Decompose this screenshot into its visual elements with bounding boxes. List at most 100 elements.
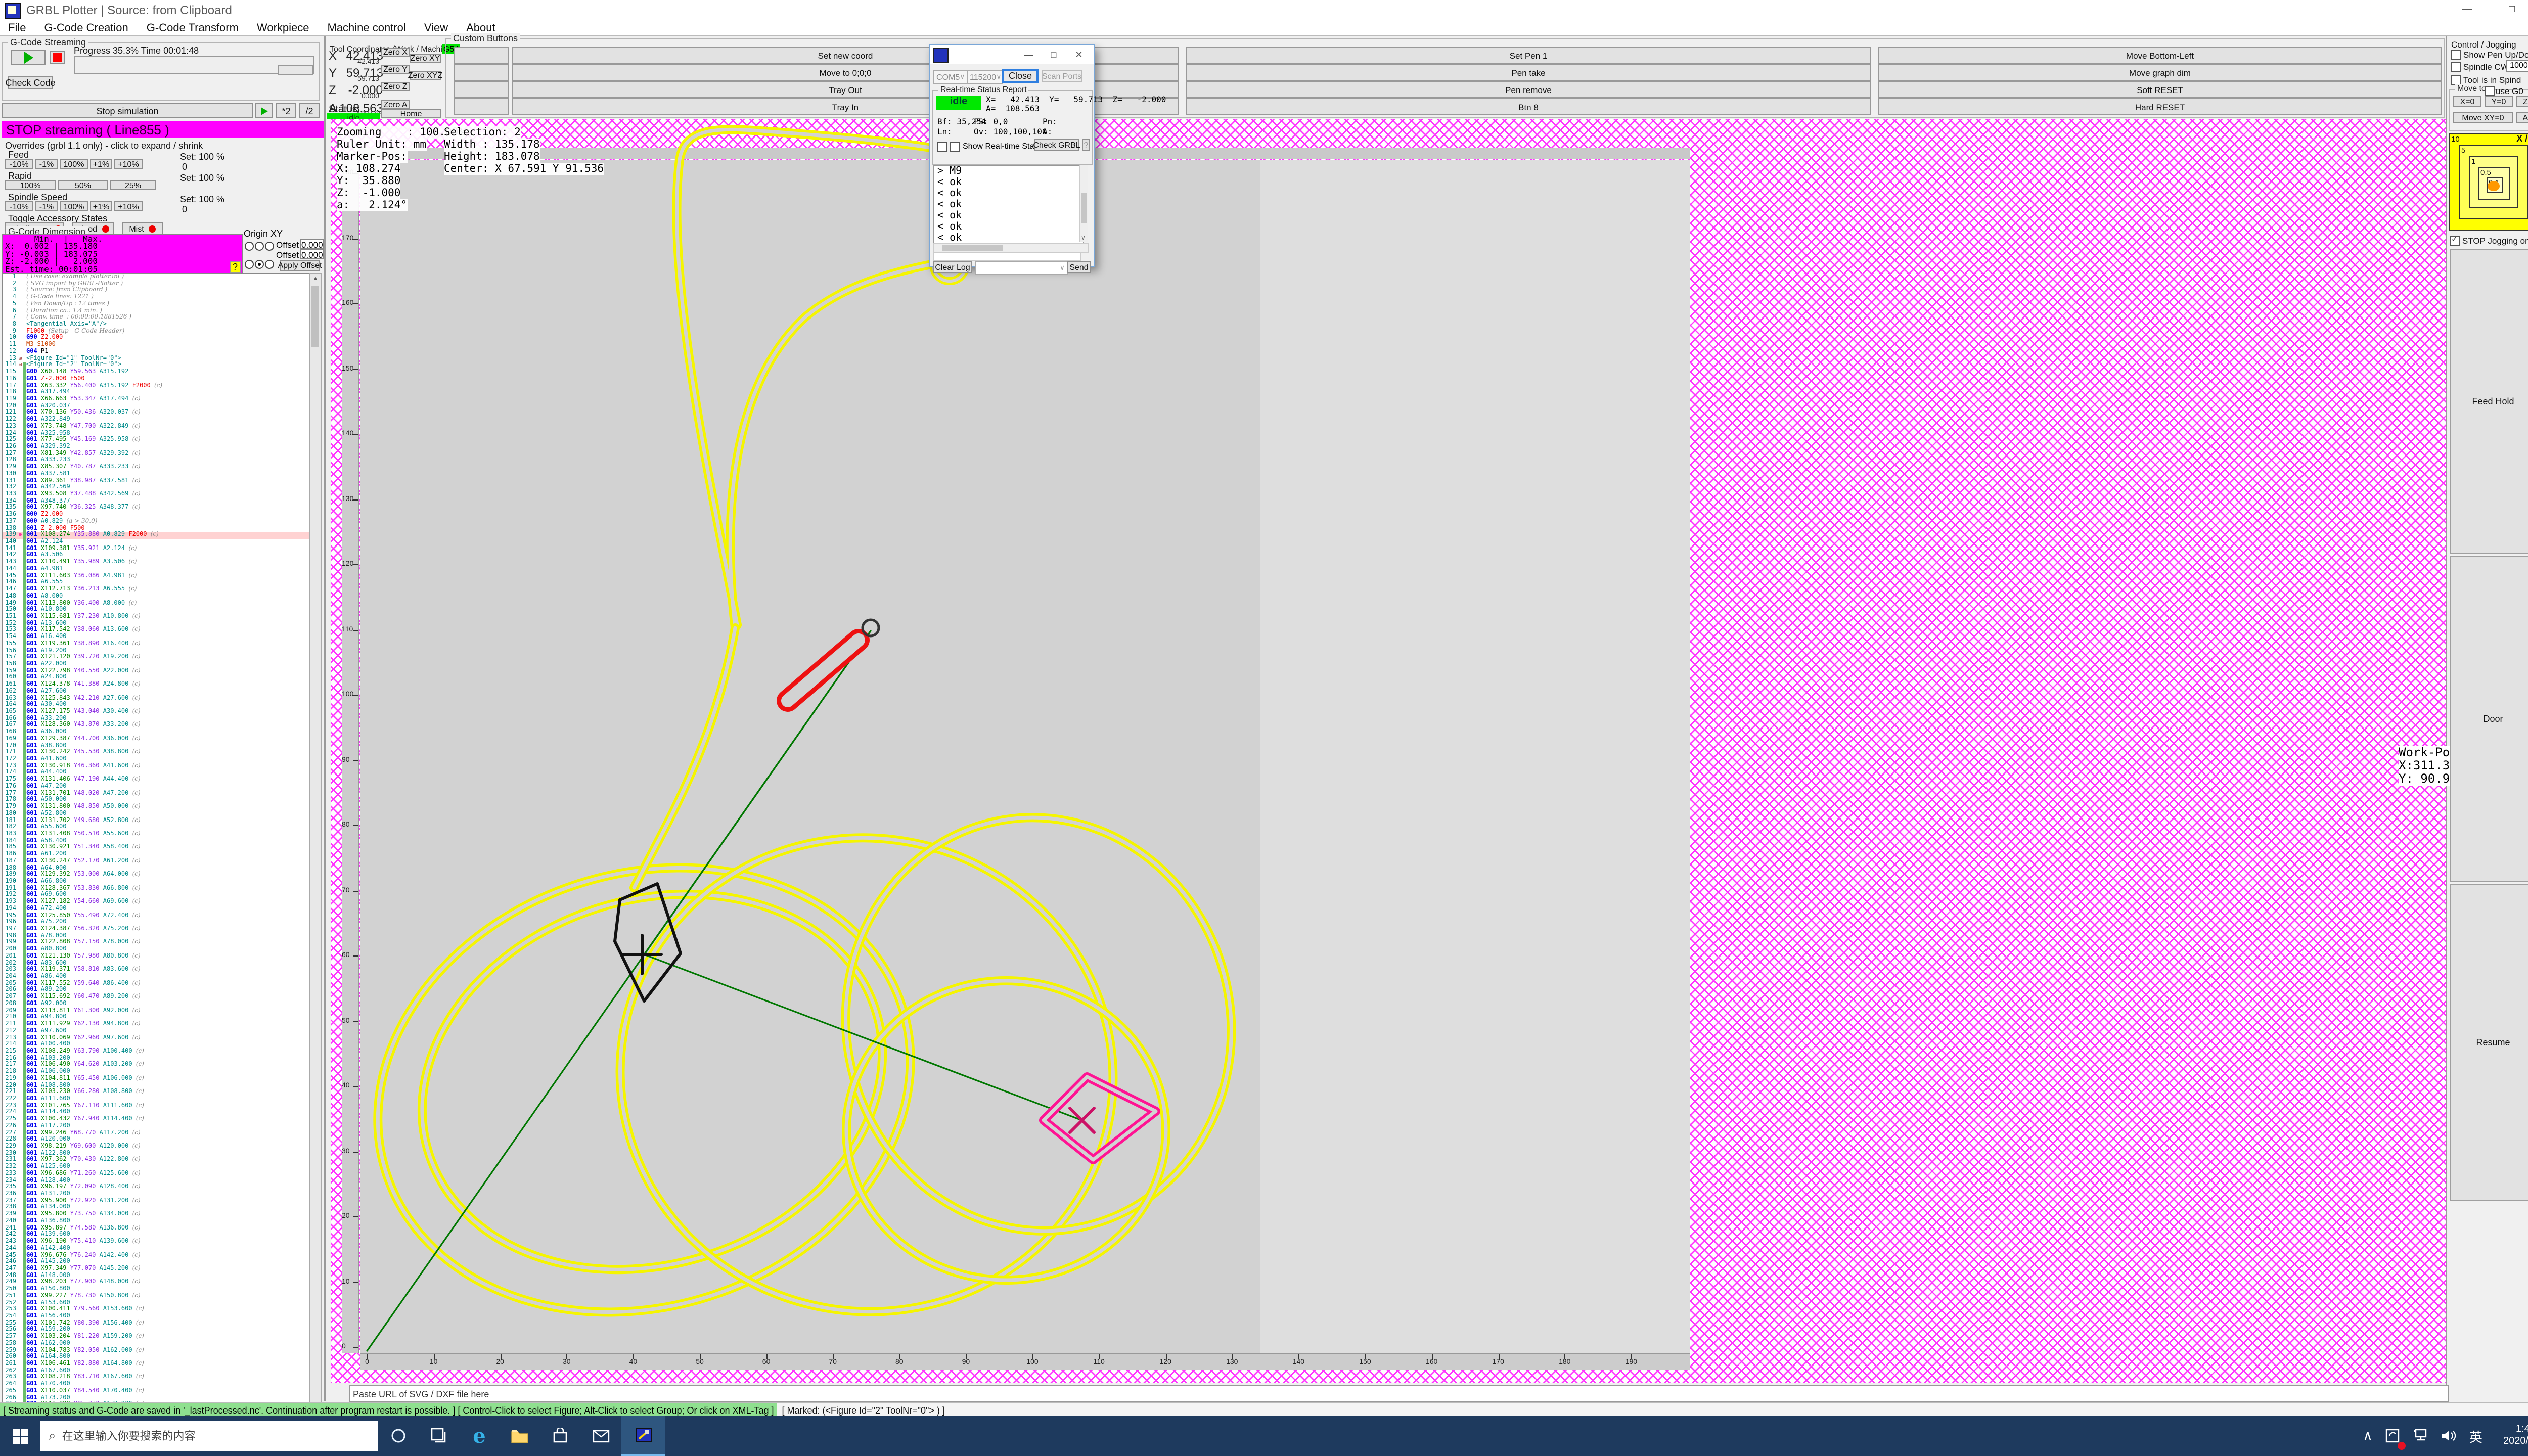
- taskbar-search[interactable]: ⌕ 在这里输入你要搜索的内容: [40, 1421, 378, 1451]
- baud-rate-select[interactable]: 115200∨: [967, 70, 1003, 84]
- custom-col3-3[interactable]: Hard RESET: [1878, 98, 2442, 115]
- serial-extra-field[interactable]: [933, 252, 1081, 261]
- spindle-cw-checkbox[interactable]: [2451, 62, 2461, 72]
- menu-g-code-transform[interactable]: G-Code Transform: [147, 22, 239, 34]
- tray-chevron-button[interactable]: ∧: [2356, 1416, 2380, 1456]
- move2-0[interactable]: Move XY=0: [2453, 112, 2513, 123]
- custom-col2-1[interactable]: Pen take: [1186, 64, 1871, 81]
- tray-volume-button[interactable]: [2434, 1416, 2463, 1456]
- rapid-btn-2[interactable]: 25%: [110, 180, 156, 190]
- gcode-row[interactable]: 11M3 S1000: [3, 342, 321, 348]
- paste-url-input[interactable]: Paste URL of SVG / DXF file here: [349, 1385, 2449, 1402]
- custom-col0-0[interactable]: [454, 47, 509, 64]
- send-command-input[interactable]: ∨: [975, 261, 1068, 275]
- tool-spindle-checkbox[interactable]: [2451, 75, 2461, 85]
- origin-radio-2[interactable]: [264, 241, 274, 250]
- custom-col0-3[interactable]: [454, 98, 509, 115]
- dialog-maximize-button[interactable]: □: [1045, 46, 1063, 64]
- tray-ime-button[interactable]: 英: [2463, 1416, 2489, 1456]
- spindle-btn-3[interactable]: +1%: [90, 201, 112, 211]
- zero-z-button[interactable]: Zero Z: [381, 82, 410, 91]
- scroll-thumb[interactable]: [311, 286, 319, 347]
- origin-radio-3[interactable]: [244, 259, 253, 268]
- custom-col0-1[interactable]: [454, 64, 509, 81]
- dialog-close-button[interactable]: ✕: [1070, 46, 1088, 64]
- use-g0-checkbox[interactable]: [2485, 86, 2495, 96]
- home-button[interactable]: Home: [381, 109, 441, 118]
- zero-xy-button[interactable]: Zero XY: [410, 54, 441, 63]
- serial-log-hthumb[interactable]: [942, 245, 1003, 251]
- overrides-title[interactable]: Overrides (grbl 1.1 only) - click to exp…: [5, 141, 203, 151]
- maximize-button[interactable]: □: [2490, 0, 2528, 20]
- stop-button[interactable]: [50, 51, 65, 64]
- custom-col0-2[interactable]: [454, 81, 509, 98]
- door-button[interactable]: Door: [2450, 556, 2528, 882]
- com-port-select[interactable]: COM5∨: [933, 70, 968, 84]
- origin-radio-4[interactable]: [254, 259, 263, 268]
- rapid-btn-1[interactable]: 50%: [58, 180, 108, 190]
- gcode-list-scrollbar[interactable]: ▲ ▼: [309, 273, 322, 1439]
- file-explorer-button[interactable]: [500, 1416, 540, 1456]
- origin-radio-0[interactable]: [244, 241, 253, 250]
- zero-x-button[interactable]: Zero X: [381, 48, 410, 57]
- menu-view[interactable]: View: [424, 22, 448, 34]
- menu-file[interactable]: File: [8, 22, 26, 34]
- custom-col3-2[interactable]: Soft RESET: [1878, 81, 2442, 98]
- spindle-btn-1[interactable]: -1%: [35, 201, 58, 211]
- scroll-up-icon[interactable]: ▲: [310, 274, 321, 284]
- send-button[interactable]: Send: [1067, 261, 1091, 273]
- rapid-btn-0[interactable]: 100%: [5, 180, 56, 190]
- dialog-titlebar[interactable]: — □ ✕: [930, 46, 1094, 64]
- origin-radio-1[interactable]: [254, 241, 263, 250]
- jog-pad-xy[interactable]: 10510.50.1X / Y: [2449, 133, 2528, 231]
- menu-about[interactable]: About: [466, 22, 495, 34]
- feed-btn-1[interactable]: -1%: [35, 159, 58, 169]
- dialog-minimize-button[interactable]: —: [1019, 46, 1037, 64]
- origin-radio-5[interactable]: [264, 259, 274, 268]
- check-code-button[interactable]: Check Code: [8, 76, 53, 89]
- show-pen-checkbox[interactable]: [2451, 50, 2461, 60]
- serial-log[interactable]: > M9< ok< ok< ok< ok< ok< ok< ok: [933, 165, 1084, 244]
- move2-1[interactable]: A=0: [2516, 112, 2528, 123]
- serial-port-dialog[interactable]: — □ ✕ COM5∨ 115200∨ Close Scan Ports Rea…: [929, 44, 1095, 267]
- sim-d2-button[interactable]: /2: [299, 103, 320, 118]
- serial-log-hscrollbar[interactable]: [933, 243, 1089, 253]
- plot-canvas[interactable]: 0102030405060708090100110120130140150160…: [331, 119, 2446, 1383]
- edge-button[interactable]: e: [459, 1416, 500, 1456]
- spindle-btn-4[interactable]: +10%: [114, 201, 143, 211]
- menu-workpiece[interactable]: Workpiece: [257, 22, 309, 34]
- play-button[interactable]: [11, 50, 46, 65]
- zero-y-button[interactable]: Zero Y: [381, 65, 410, 74]
- zero-xyz-button[interactable]: Zero XYZ: [410, 71, 441, 80]
- menu-g-code-creation[interactable]: G-Code Creation: [44, 22, 128, 34]
- status-report-checkbox-2[interactable]: [950, 142, 960, 152]
- custom-col2-0[interactable]: Set Pen 1: [1186, 47, 1871, 64]
- check-grbl-button[interactable]: Check GRBL: [1034, 139, 1079, 151]
- feed-btn-4[interactable]: +10%: [114, 159, 143, 169]
- scan-ports-button[interactable]: Scan Ports: [1042, 70, 1082, 82]
- grbl-plotter-taskbar-button[interactable]: [621, 1416, 665, 1456]
- stop-simulation-button[interactable]: Stop simulation: [2, 103, 253, 118]
- feed-hold-button[interactable]: Feed Hold: [2450, 249, 2528, 554]
- apply-offset-button[interactable]: Apply Offset: [280, 260, 320, 271]
- offset-x-value[interactable]: 0.000: [300, 239, 324, 249]
- custom-col2-3[interactable]: Btn 8: [1186, 98, 1871, 115]
- move-x0[interactable]: X=0: [2453, 96, 2481, 107]
- gcode-list[interactable]: 1( Use case: example plotter.ini )2( SVG…: [2, 273, 322, 1439]
- offset-y-value[interactable]: 0.000: [300, 249, 324, 259]
- status-report-checkbox-1[interactable]: [937, 142, 947, 152]
- mail-button[interactable]: [580, 1416, 621, 1456]
- dialog-help-button[interactable]: ?: [1082, 139, 1090, 151]
- zero-a-button[interactable]: Zero A: [381, 100, 410, 109]
- spindle-btn-0[interactable]: -10%: [5, 201, 33, 211]
- tray-network-button[interactable]: [2406, 1416, 2434, 1456]
- menu-machine-control[interactable]: Machine control: [328, 22, 406, 34]
- resume-button[interactable]: Resume: [2450, 884, 2528, 1201]
- feed-btn-2[interactable]: 100%: [60, 159, 88, 169]
- spindle-btn-2[interactable]: 100%: [60, 201, 88, 211]
- serial-log-down-icon[interactable]: ∨: [1081, 235, 1086, 242]
- move-z0[interactable]: Z=0: [2516, 96, 2528, 107]
- minimize-button[interactable]: —: [2445, 0, 2490, 20]
- store-button[interactable]: [540, 1416, 580, 1456]
- sim-play-button[interactable]: [255, 103, 273, 118]
